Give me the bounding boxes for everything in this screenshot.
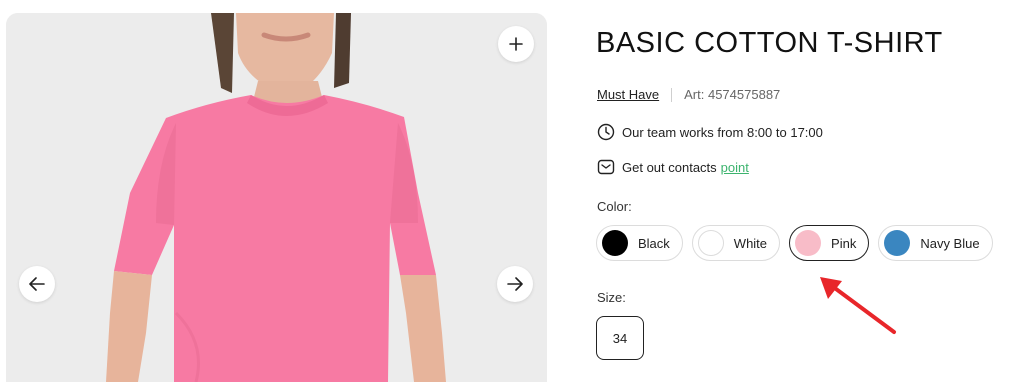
color-label: Color: bbox=[597, 199, 632, 214]
color-dot-navy-blue bbox=[884, 230, 911, 256]
zoom-button[interactable] bbox=[498, 26, 534, 62]
working-hours-text: Our team works from 8:00 to 17:00 bbox=[622, 124, 823, 140]
previous-image-button[interactable] bbox=[19, 266, 55, 302]
arrow-right-icon bbox=[507, 277, 523, 291]
size-label: Size: bbox=[597, 290, 626, 305]
arrow-left-icon bbox=[29, 277, 45, 291]
product-meta: Must Have Art: 4574575887 bbox=[597, 87, 780, 102]
color-option-navy-blue[interactable]: Navy Blue bbox=[878, 225, 993, 261]
color-option-black[interactable]: Black bbox=[596, 225, 683, 261]
contacts-row: Get out contacts point bbox=[597, 158, 749, 176]
size-option-label: 34 bbox=[612, 330, 628, 346]
plus-icon bbox=[509, 37, 523, 51]
color-dot-white bbox=[697, 230, 724, 256]
color-dot-pink bbox=[795, 230, 822, 256]
article-number: Art: 4574575887 bbox=[684, 87, 781, 102]
color-option-label: White bbox=[733, 235, 768, 251]
color-option-label: Pink bbox=[831, 235, 857, 251]
product-title: BASIC COTTON T-SHIRT bbox=[596, 27, 943, 59]
color-option-label: Black bbox=[638, 235, 670, 251]
color-options: Black White Pink Navy Blue bbox=[596, 225, 1002, 261]
product-photo bbox=[6, 13, 547, 382]
size-option-34[interactable]: 34 bbox=[596, 316, 644, 360]
clock-icon bbox=[597, 123, 615, 141]
meta-divider bbox=[671, 87, 673, 102]
next-image-button[interactable] bbox=[497, 266, 533, 302]
working-hours-row: Our team works from 8:00 to 17:00 bbox=[597, 123, 823, 141]
product-image-gallery bbox=[6, 13, 547, 382]
color-option-white[interactable]: White bbox=[691, 225, 781, 261]
color-option-pink[interactable]: Pink bbox=[789, 225, 870, 261]
color-option-label: Navy Blue bbox=[920, 235, 980, 251]
annotation-arrow-icon bbox=[820, 277, 896, 334]
contacts-text: Get out contacts bbox=[622, 159, 717, 175]
contacts-point-link[interactable]: point bbox=[721, 160, 749, 175]
color-dot-black bbox=[602, 230, 628, 256]
message-icon bbox=[597, 159, 615, 175]
brand-link[interactable]: Must Have bbox=[597, 87, 659, 102]
